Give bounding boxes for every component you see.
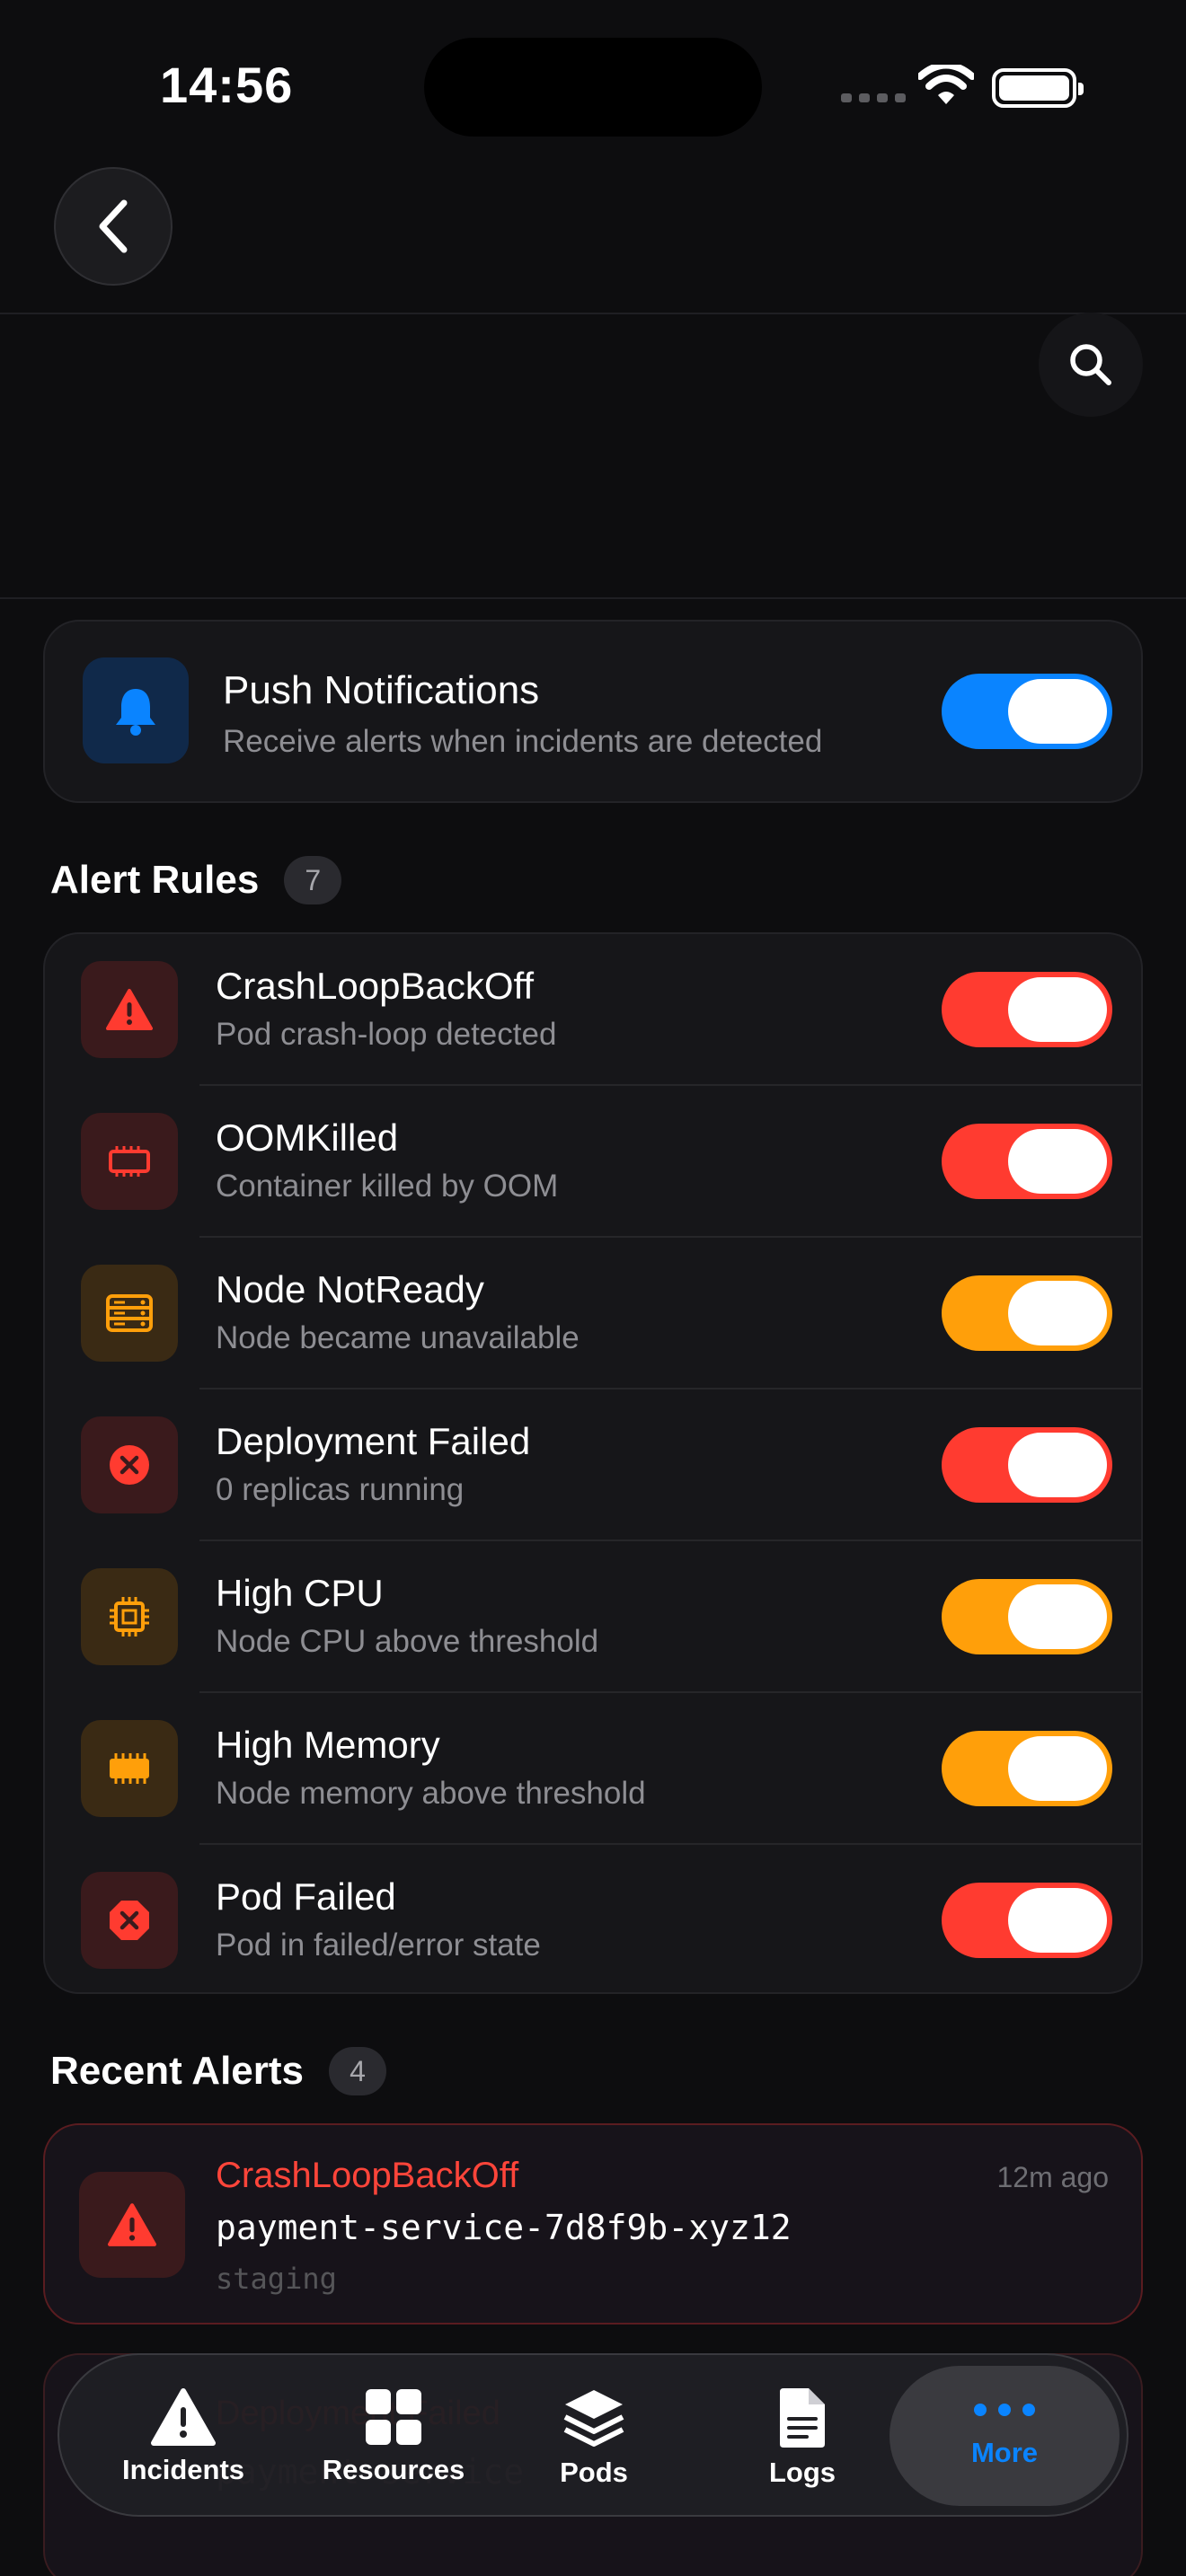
warning-triangle-icon	[108, 2203, 156, 2246]
rule-toggle[interactable]	[942, 1731, 1112, 1806]
rule-row-oomkilled: OOMKilled Container killed by OOM	[45, 1086, 1141, 1238]
rule-title: Deployment Failed	[216, 1420, 531, 1462]
rule-toggle[interactable]	[942, 1883, 1112, 1958]
alert-rules-card: CrashLoopBackOff Pod crash-loop detected…	[43, 932, 1143, 1994]
tab-label: More	[970, 2437, 1039, 2468]
rule-toggle[interactable]	[942, 1427, 1112, 1503]
rule-row-crashloopbackoff: CrashLoopBackOff Pod crash-loop detected	[45, 934, 1141, 1086]
tab-label: Incidents	[121, 2454, 245, 2485]
rule-toggle[interactable]	[942, 972, 1112, 1047]
rule-icon	[81, 961, 178, 1058]
layers-icon	[563, 2390, 624, 2447]
x-circle-icon	[110, 1445, 149, 1485]
tab-pods[interactable]: Pods	[527, 2355, 661, 2519]
header-divider	[0, 597, 1186, 599]
rule-subtitle: Container killed by OOM	[216, 1169, 559, 1204]
tab-label: Pods	[560, 2457, 628, 2488]
rule-icon	[81, 1720, 178, 1817]
section-title: Recent Alerts	[50, 2049, 305, 2093]
tab-label: Resources	[322, 2454, 465, 2485]
ellipsis-icon	[974, 2404, 1035, 2416]
x-octagon-icon	[110, 1901, 149, 1940]
dynamic-island	[424, 38, 762, 137]
rule-icon	[81, 1265, 178, 1362]
status-time: 14:56	[160, 57, 294, 113]
back-button[interactable]	[54, 167, 173, 286]
alert-icon	[79, 2172, 185, 2278]
rule-subtitle: Pod crash-loop detected	[216, 1017, 557, 1052]
status-bar: 14:56	[0, 0, 1186, 171]
server-icon	[106, 1294, 153, 1332]
rule-icon	[81, 1416, 178, 1513]
rule-subtitle: Node became unavailable	[216, 1320, 580, 1355]
alert-card[interactable]: CrashLoopBackOff 12m ago payment-service…	[43, 2123, 1143, 2325]
tab-more[interactable]: More	[890, 2366, 1120, 2506]
alert-type: CrashLoopBackOff	[216, 2156, 519, 2195]
rule-icon	[81, 1113, 178, 1210]
rule-title: High Memory	[216, 1724, 440, 1766]
push-subtitle: Receive alerts when incidents are detect…	[223, 724, 823, 759]
rule-toggle[interactable]	[942, 1579, 1112, 1654]
alert-timestamp: 12m ago	[996, 2161, 1109, 2193]
rule-row-high-cpu: High CPU Node CPU above threshold	[45, 1541, 1141, 1693]
rule-subtitle: Node CPU above threshold	[216, 1624, 599, 1659]
rule-icon	[81, 1568, 178, 1665]
alert-pod-name: payment-service-7d8f9b-xyz12	[216, 2208, 792, 2247]
warning-icon	[151, 2388, 216, 2446]
section-title: Alert Rules	[50, 858, 260, 902]
rule-row-node-notready: Node NotReady Node became unavailable	[45, 1238, 1141, 1389]
rule-title: Pod Failed	[216, 1875, 396, 1918]
rule-toggle[interactable]	[942, 1275, 1112, 1351]
push-notifications-toggle[interactable]	[942, 674, 1112, 749]
rule-row-pod-failed: Pod Failed Pod in failed/error state	[45, 1845, 1141, 1992]
search-button[interactable]	[1039, 313, 1143, 417]
rule-subtitle: 0 replicas running	[216, 1472, 465, 1507]
alert-rules-header: Alert Rules 7	[50, 856, 342, 904]
memory-icon	[110, 1753, 149, 1784]
document-icon	[780, 2388, 825, 2448]
rule-icon	[81, 1872, 178, 1969]
tab-resources[interactable]: Resources	[304, 2355, 483, 2519]
rule-title: CrashLoopBackOff	[216, 965, 535, 1007]
search-icon	[1070, 344, 1111, 385]
chevron-left-icon	[99, 199, 128, 253]
tab-incidents[interactable]: Incidents	[102, 2355, 264, 2519]
rule-row-high-memory: High Memory Node memory above threshold	[45, 1693, 1141, 1845]
alert-namespace: staging	[216, 2262, 337, 2296]
tab-label: Logs	[768, 2457, 836, 2488]
bell-icon	[116, 689, 155, 736]
count-badge: 7	[284, 856, 342, 904]
nav-divider	[0, 313, 1186, 314]
rule-subtitle: Node memory above threshold	[216, 1776, 646, 1811]
tab-bar: Incidents Resources Pods Logs More	[58, 2353, 1128, 2517]
battery-icon	[992, 68, 1084, 108]
warning-triangle-icon	[106, 989, 153, 1030]
rule-subtitle: Pod in failed/error state	[216, 1928, 541, 1963]
count-badge: 4	[329, 2047, 387, 2095]
bell-icon-badge	[83, 657, 189, 763]
cpu-icon	[110, 1597, 149, 1636]
memory-chip-icon	[109, 1146, 150, 1177]
push-notifications-card: Push Notifications Receive alerts when i…	[43, 620, 1143, 803]
rule-title: High CPU	[216, 1572, 384, 1614]
wifi-icon	[918, 65, 974, 104]
grid-icon	[366, 2389, 421, 2445]
rule-title: Node NotReady	[216, 1268, 484, 1310]
push-title: Push Notifications	[223, 668, 540, 712]
cellular-signal-icon	[841, 93, 906, 102]
rule-toggle[interactable]	[942, 1124, 1112, 1199]
recent-alerts-header: Recent Alerts 4	[50, 2047, 387, 2095]
rule-title: OOMKilled	[216, 1116, 399, 1159]
rule-row-deployment-failed: Deployment Failed 0 replicas running	[45, 1389, 1141, 1541]
tab-logs[interactable]: Logs	[735, 2355, 870, 2519]
